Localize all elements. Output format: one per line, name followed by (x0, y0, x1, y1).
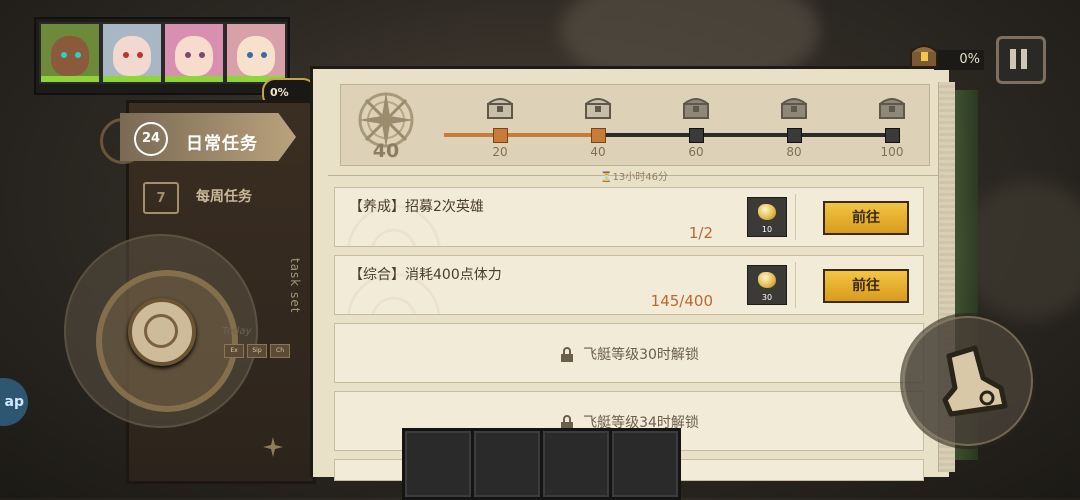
hero-hp-bar (103, 76, 161, 82)
task-title: 【综合】消耗400点体力 (349, 267, 502, 283)
hero-face (175, 36, 213, 76)
clock-24-icon: 24 (134, 122, 168, 156)
item-slot-1[interactable] (402, 428, 474, 500)
item-slot-4[interactable] (609, 428, 681, 500)
today-label: Today (222, 326, 252, 337)
reset-timer: ⏳13小时46分 (600, 172, 668, 183)
hero-face (51, 36, 89, 76)
milestone-chest-icon[interactable] (877, 94, 907, 120)
party-bar (34, 17, 290, 95)
hero-portrait-4[interactable] (225, 22, 287, 84)
item-slot-3[interactable] (540, 428, 612, 500)
go-button[interactable]: 前往 (823, 201, 909, 235)
milestone-node (689, 128, 704, 143)
task-set-label: task set (288, 258, 302, 314)
hero-portrait-3[interactable] (163, 22, 225, 84)
task-progress: 145/400 (650, 292, 713, 310)
hourglass-icon: ⏳ (600, 172, 613, 183)
hero-face (113, 36, 151, 76)
gold-ore-icon (758, 272, 776, 288)
hero-portrait-1[interactable] (39, 22, 101, 84)
milestone-node (885, 128, 900, 143)
progress-fill (444, 133, 598, 137)
treasure-chest-icon[interactable] (908, 40, 940, 70)
pause-icon (1010, 49, 1016, 69)
milestone-node (787, 128, 802, 143)
milestone-chest-icon[interactable] (583, 94, 613, 120)
item-slot-2[interactable] (471, 428, 543, 500)
go-button[interactable]: 前往 (823, 269, 909, 303)
milestone-node (591, 128, 606, 143)
task-title: 【养成】招募2次英雄 (349, 199, 484, 215)
hero-portrait-2[interactable] (101, 22, 163, 84)
hero-face (237, 36, 275, 76)
task-row: 【养成】招募2次英雄 1/2 10 前往 (334, 187, 924, 247)
milestone-label: 100 (880, 145, 904, 159)
floating-app-button[interactable]: ap (0, 378, 28, 426)
gold-ore-icon (758, 204, 776, 220)
milestone-label: 40 (590, 145, 606, 159)
exploration-percent: 0% (934, 50, 984, 70)
lock-icon (561, 347, 574, 362)
dial-button-ex[interactable]: Ex (224, 344, 244, 358)
milestone-chest-icon[interactable] (681, 94, 711, 120)
task-progress: 1/2 (688, 224, 713, 242)
tab-weekly-tasks[interactable]: 每周任务 (196, 186, 252, 206)
hero-hp-bar (41, 76, 99, 82)
milestone-label: 60 (688, 145, 704, 159)
activity-points-value: 40 (372, 140, 400, 162)
task-row: 【综合】消耗400点体力 145/400 30 前往 (334, 255, 924, 315)
milestone-label: 80 (786, 145, 802, 159)
locked-task-row: 飞艇等级30时解锁 (334, 323, 924, 383)
milestone-chest-icon[interactable] (779, 94, 809, 120)
reward-item[interactable]: 10 (747, 197, 787, 237)
dash-button[interactable] (903, 316, 1033, 446)
unlock-requirement: 飞艇等级30时解锁 (583, 347, 699, 363)
calendar-icon: 7 (143, 182, 179, 214)
pause-button[interactable] (996, 36, 1046, 84)
boot-icon (942, 345, 1008, 417)
dpad-icon (144, 314, 178, 348)
dial-button-sip[interactable]: Sip (247, 344, 267, 358)
joystick-knob[interactable] (128, 298, 196, 366)
dial-button-ch[interactable]: Ch (270, 344, 290, 358)
milestone-node (493, 128, 508, 143)
hero-hp-bar (165, 76, 223, 82)
tab-daily-label: 日常任务 (186, 134, 258, 154)
reward-item[interactable]: 30 (747, 265, 787, 305)
milestone-chest-icon[interactable] (485, 94, 515, 120)
background-blur (960, 180, 1080, 320)
milestone-label: 20 (492, 145, 508, 159)
activity-progress-box (340, 84, 930, 166)
compass-icon (263, 437, 283, 457)
